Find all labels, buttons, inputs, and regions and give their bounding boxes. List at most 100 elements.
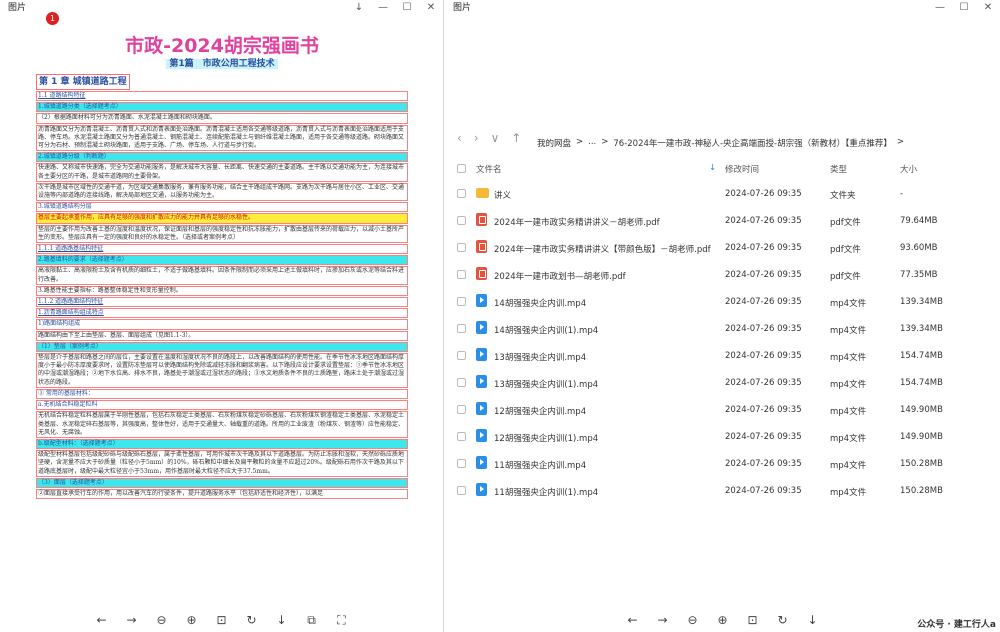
file-row[interactable]: 11胡强强央企内训.mp4 2024-07-26 09:35 mp4文件 150.28…: [445, 450, 1000, 476]
document-title: 市政-2024胡宗强画书: [125, 35, 319, 57]
file-time: 2024-07-26 09:35: [725, 378, 802, 388]
row-checkbox[interactable]: [457, 324, 466, 333]
left-title-bar[interactable]: 图片 ↓ — ☐ ✕: [0, 0, 443, 16]
breadcrumb-sep: >: [576, 137, 584, 147]
breadcrumb-ellipsis[interactable]: ...: [588, 137, 596, 149]
file-row[interactable]: 12胡强强央企内训(1).mp4 2024-07-26 09:35 mp4文件 149…: [445, 423, 1000, 449]
row-checkbox[interactable]: [457, 270, 466, 279]
breadcrumb-current[interactable]: 76-2024年一建市政-神秘人-央企高端面授-胡宗强（新教材）【重点推荐】: [613, 137, 891, 149]
file-name[interactable]: 2024年一建市政实务精讲讲义【带颜色版】－胡老师.pdf: [494, 243, 711, 255]
prev-image-button[interactable]: ←: [94, 613, 110, 627]
download-icon[interactable]: ↓: [347, 0, 371, 16]
breadcrumb-root[interactable]: 我的网盘: [537, 137, 571, 149]
column-type[interactable]: 类型: [830, 163, 847, 175]
doc-paragraph: 1.1.1 道路路基结构特征: [36, 244, 408, 255]
zoom-out-button[interactable]: ⊖: [154, 613, 170, 627]
maximize-button[interactable]: ☐: [952, 0, 976, 16]
doc-paragraph: 快速路、又称城市快速路，完全为交通功能服务，是解决城市大容量、长距离、快速交通的…: [36, 163, 408, 182]
folder-file-icon: [476, 188, 489, 198]
close-button[interactable]: ✕: [419, 0, 443, 16]
row-checkbox[interactable]: [457, 243, 466, 252]
file-name[interactable]: 13胡强强央企内训(1).mp4: [494, 378, 598, 390]
up-folder-icon[interactable]: ↑: [511, 131, 521, 145]
file-row[interactable]: 13胡强强央企内训.mp4 2024-07-26 09:35 mp4文件 154.74…: [445, 342, 1000, 368]
file-size: 154.74MB: [900, 378, 943, 388]
next-image-button[interactable]: →: [124, 613, 140, 627]
row-checkbox[interactable]: [457, 216, 466, 225]
file-row[interactable]: 14胡强强央企内训(1).mp4 2024-07-26 09:35 mp4文件 139…: [445, 315, 1000, 341]
file-name[interactable]: 14胡强强央企内训(1).mp4: [494, 324, 598, 336]
doc-paragraph: （1）垫层（案例考点）: [36, 341, 408, 353]
row-checkbox[interactable]: [457, 378, 466, 387]
file-name[interactable]: 13胡强强央企内训.mp4: [494, 351, 586, 363]
file-row[interactable]: 13胡强强央企内训(1).mp4 2024-07-26 09:35 mp4文件 154…: [445, 369, 1000, 395]
zoom-out-button[interactable]: ⊖: [685, 613, 701, 627]
rotate-button[interactable]: ↻: [775, 613, 791, 627]
doc-paragraph: 2.城镇道路分级（判断题）: [36, 152, 408, 163]
file-name[interactable]: 11胡强强央企内训(1).mp4: [494, 486, 598, 498]
file-time: 2024-07-26 09:35: [725, 324, 802, 334]
file-size: 79.64MB: [900, 216, 938, 226]
file-time: 2024-07-26 09:35: [725, 189, 802, 199]
maximize-button[interactable]: ☐: [395, 0, 419, 16]
zoom-in-button[interactable]: ⊕: [184, 613, 200, 627]
history-dropdown-icon[interactable]: ∨: [491, 131, 500, 145]
row-checkbox[interactable]: [457, 405, 466, 414]
file-name[interactable]: 14胡强强央企内训.mp4: [494, 297, 586, 309]
row-checkbox[interactable]: [457, 297, 466, 306]
next-image-button[interactable]: →: [655, 613, 671, 627]
file-name[interactable]: 12胡强强央企内训.mp4: [494, 405, 586, 417]
row-checkbox[interactable]: [457, 432, 466, 441]
file-size: 150.28MB: [900, 459, 943, 469]
fullscreen-button[interactable]: ⛶: [334, 613, 350, 628]
fit-button[interactable]: ⊡: [214, 613, 230, 627]
watermark-text: 公众号 · 建工行人a: [917, 620, 996, 630]
file-type: pdf文件: [830, 272, 861, 282]
file-row[interactable]: 11胡强强央企内训(1).mp4 2024-07-26 09:35 mp4文件 150…: [445, 477, 1000, 503]
row-checkbox[interactable]: [457, 459, 466, 468]
pdf-file-icon: [476, 213, 487, 226]
copy-button[interactable]: ⧉: [304, 613, 320, 628]
row-checkbox[interactable]: [457, 189, 466, 198]
row-checkbox[interactable]: [457, 486, 466, 495]
left-window-title: 图片: [8, 3, 27, 13]
file-name[interactable]: 11胡强强央企内训.mp4: [494, 459, 586, 471]
forward-icon[interactable]: ›: [474, 131, 479, 145]
doc-paragraph: 1)路面结构组成: [36, 319, 408, 330]
file-name[interactable]: 讲义: [494, 189, 511, 201]
file-name[interactable]: 2024年一建市政划书—胡老师.pdf: [494, 270, 626, 282]
file-time: 2024-07-26 09:35: [725, 270, 802, 280]
file-row[interactable]: 12胡强强央企内训.mp4 2024-07-26 09:35 mp4文件 149.90…: [445, 396, 1000, 422]
file-size: 139.34MB: [900, 297, 943, 307]
fit-button[interactable]: ⊡: [745, 613, 761, 627]
file-row[interactable]: 2024年一建市政实务精讲讲义－胡老师.pdf 2024-07-26 09:35 p…: [445, 207, 1000, 233]
file-type: 文件夹: [830, 191, 856, 201]
file-type: mp4文件: [830, 299, 867, 309]
file-name[interactable]: 2024年一建市政实务精讲讲义－胡老师.pdf: [494, 216, 660, 228]
download-button[interactable]: ↓: [805, 613, 821, 627]
doc-paragraph: 1.城镇道路分类（选择题考点）: [36, 102, 408, 113]
select-all-checkbox[interactable]: [457, 164, 466, 173]
document-image: 市政-2024胡宗强画书 第1篇 市政公用工程技术 第 1 章 城镇道路工程 1…: [36, 24, 408, 608]
prev-image-button[interactable]: ←: [625, 613, 641, 627]
column-time[interactable]: 修改时间: [725, 163, 759, 175]
doc-paragraph: a.无机结合料稳定粒料: [36, 400, 408, 411]
right-title-bar[interactable]: 图片 — ☐ ✕: [445, 0, 1000, 16]
column-name[interactable]: 文件名: [476, 163, 502, 175]
download-button[interactable]: ↓: [274, 613, 290, 627]
file-row[interactable]: 2024年一建市政实务精讲讲义【带颜色版】－胡老师.pdf 2024-07-26 …: [445, 234, 1000, 260]
file-name[interactable]: 12胡强强央企内训(1).mp4: [494, 432, 598, 444]
minimize-button[interactable]: —: [928, 0, 952, 16]
row-checkbox[interactable]: [457, 351, 466, 360]
file-row[interactable]: 讲义 2024-07-26 09:35 文件夹 -: [445, 180, 1000, 206]
minimize-button[interactable]: —: [371, 0, 395, 16]
mp4-file-icon: [476, 375, 487, 388]
back-icon[interactable]: ‹: [457, 131, 462, 145]
zoom-in-button[interactable]: ⊕: [715, 613, 731, 627]
file-row[interactable]: 14胡强强央企内训.mp4 2024-07-26 09:35 mp4文件 139.34…: [445, 288, 1000, 314]
sort-arrow-icon: ↓: [709, 163, 717, 173]
rotate-button[interactable]: ↻: [244, 613, 260, 627]
file-row[interactable]: 2024年一建市政划书—胡老师.pdf 2024-07-26 09:35 pdf文件…: [445, 261, 1000, 287]
close-button[interactable]: ✕: [976, 0, 1000, 16]
column-size[interactable]: 大小: [900, 163, 917, 175]
